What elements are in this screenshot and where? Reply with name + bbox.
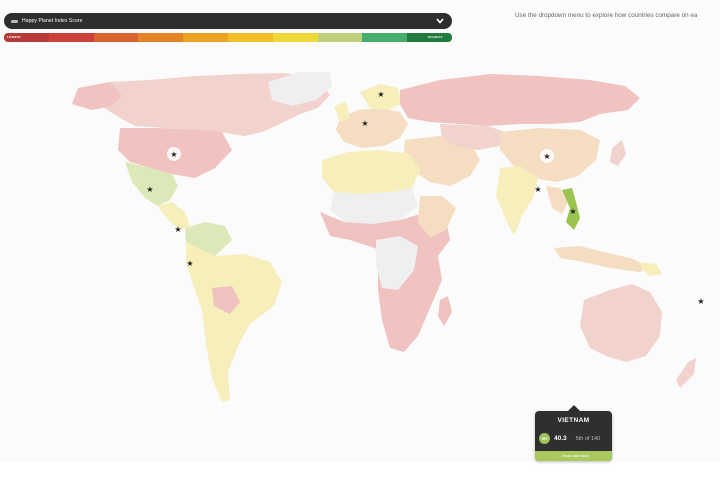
instruction-text: Use the dropdown menu to explore how cou… [515,12,698,19]
region-south-america[interactable] [186,242,282,402]
region-russia[interactable] [400,74,640,126]
region-north-africa[interactable] [322,150,420,194]
region-new-zealand[interactable] [676,358,696,388]
color-scale-legend [4,33,452,42]
chevron-down-icon[interactable] [435,16,445,26]
region-indonesia[interactable] [554,246,650,272]
read-case-study-link[interactable]: → Read case study [535,451,612,461]
region-india[interactable] [496,166,538,236]
tooltip-rank: 5th of 140 [575,435,601,442]
tooltip-country-name: VIETNAM [557,417,590,424]
legend-segment [227,33,273,42]
region-central-america[interactable] [158,202,190,230]
legend-segment [317,33,363,42]
country-tooltip: VIETNAM HPI 40.3 5th of 140 → Read case … [535,411,612,461]
legend-segment [48,33,94,42]
legend-segment [93,33,139,42]
indicator-dropdown[interactable]: Happy Planet Index Score [4,13,452,29]
menu-icon [11,19,18,23]
world-map[interactable] [0,0,720,480]
legend-segment [138,33,184,42]
legend-segment [183,33,228,42]
legend-segment [362,33,408,42]
region-australia[interactable] [580,284,662,362]
hpi-badge: HPI [539,433,550,444]
tooltip-score: 40.3 [554,435,567,442]
region-madagascar[interactable] [438,296,452,326]
legend-lowest-label: LOWEST [7,35,22,39]
legend-segment [272,33,318,42]
dropdown-label: Happy Planet Index Score [22,18,83,24]
region-japan[interactable] [610,140,626,166]
region-vietnam[interactable] [562,188,580,230]
region-scandinavia[interactable] [360,84,402,110]
legend-highest-label: HIGHEST [428,35,443,39]
page-footer-band [0,462,720,480]
